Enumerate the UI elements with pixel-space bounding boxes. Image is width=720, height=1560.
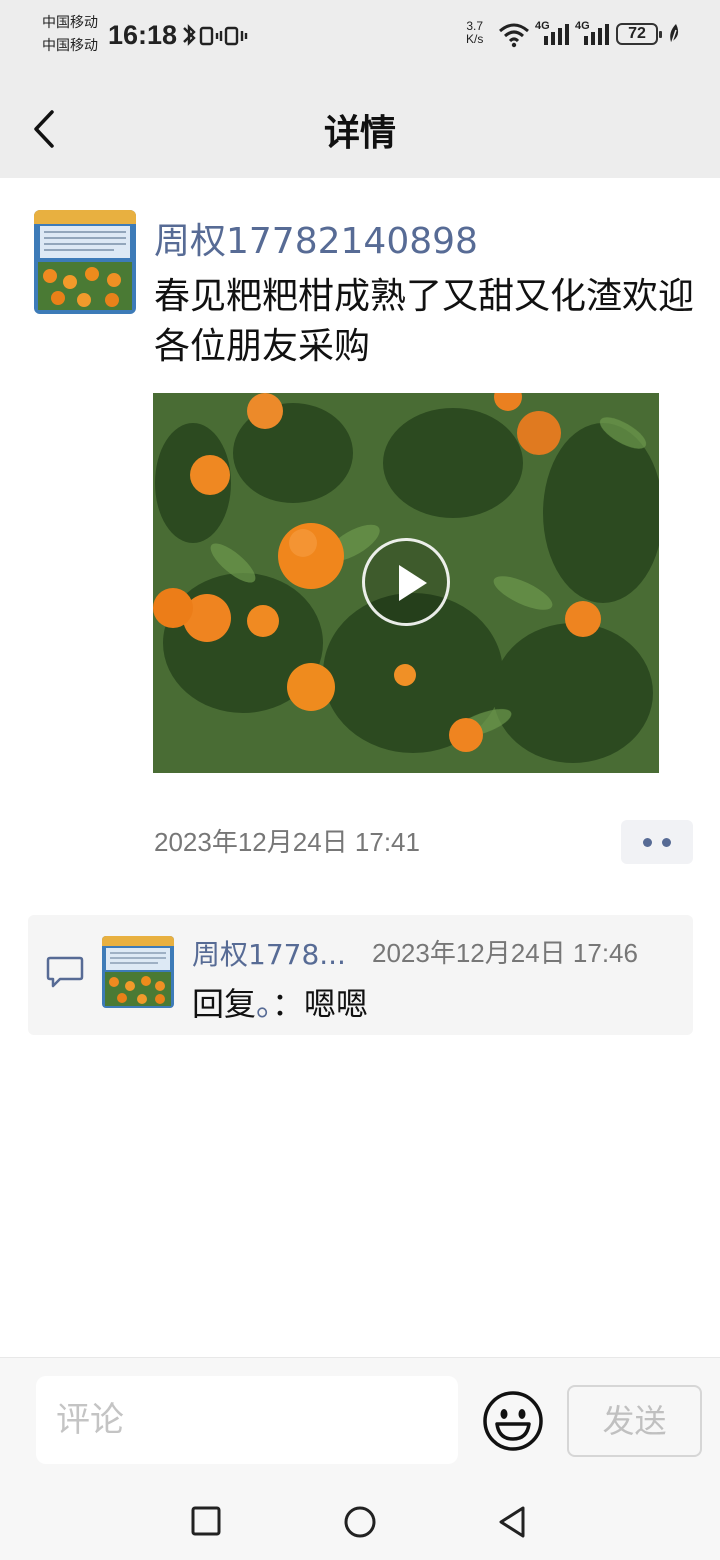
battery-indicator: 72 <box>616 23 662 45</box>
comment-text[interactable]: 回复。：嗯嗯 <box>192 979 368 1025</box>
comment-bubble-icon <box>46 956 84 988</box>
send-button[interactable]: 发送 <box>567 1385 702 1457</box>
back-nav-icon[interactable] <box>496 1505 528 1539</box>
more-options-button[interactable] <box>621 820 693 864</box>
carrier-2: 中国移动 <box>42 38 98 54</box>
reply-colon: ： <box>272 985 305 1023</box>
recent-apps-icon[interactable] <box>190 1505 222 1537</box>
carrier-1: 中国移动 <box>42 15 98 31</box>
wifi-icon <box>499 23 529 48</box>
comment-avatar[interactable] <box>102 936 174 1008</box>
comment-author-name[interactable]: 周权1778... <box>192 933 352 973</box>
net-speed: 3.7 K/s <box>466 19 484 46</box>
author-avatar[interactable] <box>34 210 136 314</box>
leaf-icon <box>670 24 679 46</box>
post-timestamp: 2023年12月24日 17:41 <box>154 827 420 857</box>
play-button-icon[interactable] <box>362 538 450 626</box>
comment-time: 2023年12月24日 17:46 <box>372 938 638 968</box>
post-text: 春见粑粑柑成熟了又甜又化渣欢迎各位朋友采购 <box>154 276 695 367</box>
bluetooth-vibrate-icon <box>183 24 248 46</box>
system-nav-bar <box>0 1479 720 1560</box>
reply-target: 。 <box>256 985 273 1023</box>
comment-input-bar: 发送 <box>0 1357 720 1480</box>
signal-icon-2 <box>584 24 609 45</box>
emoji-icon[interactable] <box>482 1390 544 1452</box>
post-author-name[interactable]: 周权17782140898 <box>154 212 478 264</box>
dot-icon <box>662 838 671 847</box>
comment-section: 周权1778... 2023年12月24日 17:46 回复。：嗯嗯 <box>28 915 693 1035</box>
nav-bar: 详情 <box>0 78 720 178</box>
reply-label: 回复 <box>192 985 257 1023</box>
dot-icon <box>643 838 652 847</box>
home-icon[interactable] <box>343 1505 377 1539</box>
page-title: 详情 <box>323 113 396 154</box>
status-time: 16:18 <box>108 20 178 50</box>
status-bar: 中国移动 中国移动 16:18 3.7 K/s 4G 4G 72 <box>0 0 720 78</box>
signal-icon-1 <box>544 24 569 45</box>
comment-body: 嗯嗯 <box>304 985 369 1023</box>
comment-input[interactable] <box>36 1376 458 1464</box>
